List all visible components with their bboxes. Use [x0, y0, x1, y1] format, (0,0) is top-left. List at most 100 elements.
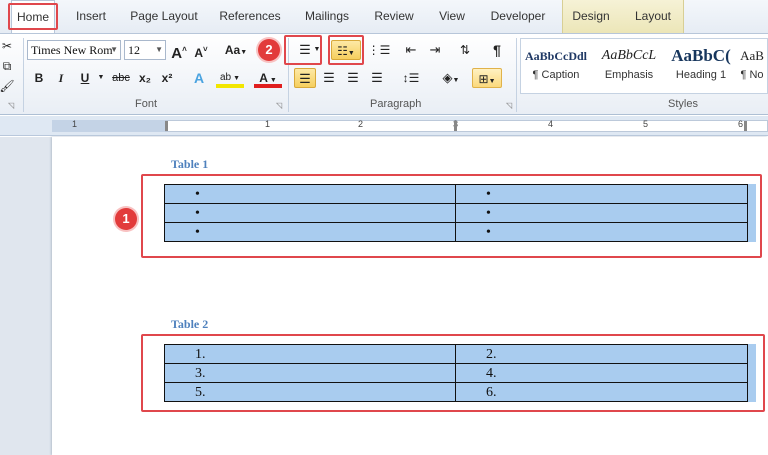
table-row: • • [164, 222, 748, 242]
column-marker[interactable] [454, 121, 457, 131]
group-separator [516, 38, 517, 112]
table-row: 5. 6. [164, 382, 748, 402]
tab-insert[interactable]: Insert [68, 0, 114, 33]
table-cell[interactable]: • [164, 184, 456, 204]
table-row: 1. 2. [164, 344, 748, 364]
ruler-number: 1 [265, 119, 271, 129]
change-case-button[interactable]: Aa▼ [222, 40, 250, 60]
style-sample: AaBbCcL [601, 48, 657, 63]
style-name: ¶ No [740, 69, 764, 81]
grow-font-button[interactable]: A˄ [168, 40, 190, 62]
shrink-font-label: A [194, 46, 203, 60]
ruler-number: 1 [72, 119, 78, 129]
style-heading-1[interactable]: AaBbC( Heading 1 [669, 43, 733, 91]
styles-gallery: AaBbCcDdl ¶ Caption AaBbCcL Emphasis AaB… [520, 38, 768, 94]
subscript-button[interactable]: x₂ [134, 68, 156, 88]
shrink-font-button[interactable]: A˅ [190, 40, 212, 60]
table-row: • • [164, 184, 748, 204]
tab-layout[interactable]: Layout [628, 0, 678, 33]
style-emphasis[interactable]: AaBbCcL Emphasis [595, 43, 663, 91]
styles-group-label: Styles [668, 98, 698, 110]
font-name-select[interactable]: Times New Rom ▼ [27, 40, 121, 60]
paragraph-group-label: Paragraph [370, 98, 422, 110]
text-effects-button[interactable]: A [188, 68, 210, 88]
column-marker[interactable] [744, 121, 747, 131]
borders-icon[interactable]: ⊞▼ [472, 68, 502, 88]
tab-review[interactable]: Review [366, 0, 422, 33]
font-launcher-icon[interactable]: ◹ [276, 101, 282, 110]
change-case-label: Aa [224, 43, 241, 57]
line-spacing-icon[interactable]: ↕☰ [398, 68, 424, 88]
table-cell[interactable]: • [455, 203, 748, 223]
tab-design[interactable]: Design [566, 0, 616, 33]
selection-highlight [748, 184, 756, 242]
tab-page-layout[interactable]: Page Layout [124, 0, 204, 33]
ribbon-tabs: Home Insert Page Layout References Maili… [0, 0, 768, 34]
indent-marker[interactable] [165, 121, 168, 131]
style-sample: AaBbC( [671, 46, 731, 65]
table-cell[interactable]: 5. [164, 382, 456, 402]
font-color-label: A [259, 71, 268, 85]
ruler-left-margin [52, 120, 165, 132]
table-cell[interactable]: • [455, 184, 748, 204]
align-left-icon[interactable]: ☰ [294, 68, 316, 88]
style-caption[interactable]: AaBbCcDdl ¶ Caption [525, 43, 587, 91]
superscript-button[interactable]: x² [156, 68, 178, 88]
strikethrough-button[interactable]: abc [110, 68, 132, 88]
clipboard-launcher-icon[interactable]: ◹ [8, 101, 14, 110]
tab-developer[interactable]: Developer [484, 0, 552, 33]
align-right-icon[interactable]: ☰ [342, 68, 364, 88]
cut-icon[interactable]: ✂ [0, 36, 18, 56]
chevron-down-icon[interactable]: ▼ [90, 68, 112, 88]
style-sample: AaB [740, 48, 764, 63]
highlight-label: ab [220, 72, 232, 83]
style-no-spacing[interactable]: AaB ¶ No [737, 43, 767, 91]
bold-button[interactable]: B [28, 68, 50, 88]
group-separator [23, 38, 24, 112]
chevron-down-icon[interactable]: ▼ [312, 40, 322, 60]
table-row: • • [164, 203, 748, 223]
tab-view[interactable]: View [430, 0, 474, 33]
highlight-button[interactable]: ab ▼ [216, 68, 244, 88]
paragraph-launcher-icon[interactable]: ◹ [506, 101, 512, 110]
callout-badge-2: 2 [258, 39, 280, 61]
horizontal-ruler[interactable]: 1 1 2 3 4 5 6 [0, 116, 768, 136]
style-name: Emphasis [604, 69, 654, 81]
table-cell[interactable]: 1. [164, 344, 456, 364]
table-cell[interactable]: • [164, 203, 456, 223]
grow-font-label: A [171, 45, 183, 62]
table-1-caption: Table 1 [171, 157, 209, 171]
multilevel-list-icon[interactable]: ⋮☰ [366, 40, 392, 60]
font-group-label: Font [135, 98, 158, 110]
callout-badge-1: 1 [115, 208, 137, 230]
table-cell[interactable]: 3. [164, 363, 456, 383]
table-cell[interactable]: 2. [455, 344, 748, 364]
table-cell[interactable]: • [455, 222, 748, 242]
format-painter-icon[interactable]: 🖌 [0, 76, 18, 96]
decrease-indent-icon[interactable]: ⇤ [400, 40, 422, 60]
table-1[interactable]: • • • • • • [164, 184, 748, 242]
shading-icon[interactable]: ◈▼ [436, 68, 466, 88]
table-cell[interactable]: • [164, 222, 456, 242]
increase-indent-icon[interactable]: ⇥ [424, 40, 446, 60]
ribbon: ✂ ⧉ 🖌 ◹ Times New Rom ▼ 12 ▼ A˄ A˅ Aa▼ B I… [0, 33, 768, 115]
tab-references[interactable]: References [212, 0, 288, 33]
ruler-number: 5 [643, 119, 649, 129]
ruler-number: 4 [548, 119, 554, 129]
sort-icon[interactable]: ⇅ [454, 40, 476, 60]
table-2[interactable]: 1. 2. 3. 4. 5. 6. [164, 344, 748, 402]
ruler-number: 2 [358, 119, 364, 129]
table-2-caption: Table 2 [171, 317, 209, 331]
font-size-select[interactable]: 12 ▼ [124, 40, 166, 60]
align-center-icon[interactable]: ☰ [318, 68, 340, 88]
tab-mailings[interactable]: Mailings [296, 0, 358, 33]
numbering-icon[interactable]: ☷▼ [331, 40, 361, 60]
justify-icon[interactable]: ☰ [366, 68, 388, 88]
table-cell[interactable]: 6. [455, 382, 748, 402]
table-cell[interactable]: 4. [455, 363, 748, 383]
italic-button[interactable]: I [50, 68, 72, 88]
style-sample: AaBbCcDdl [525, 49, 587, 63]
font-color-button[interactable]: A ▼ [254, 68, 282, 88]
show-formatting-button[interactable]: ¶ [486, 40, 508, 60]
copy-icon[interactable]: ⧉ [0, 56, 18, 76]
